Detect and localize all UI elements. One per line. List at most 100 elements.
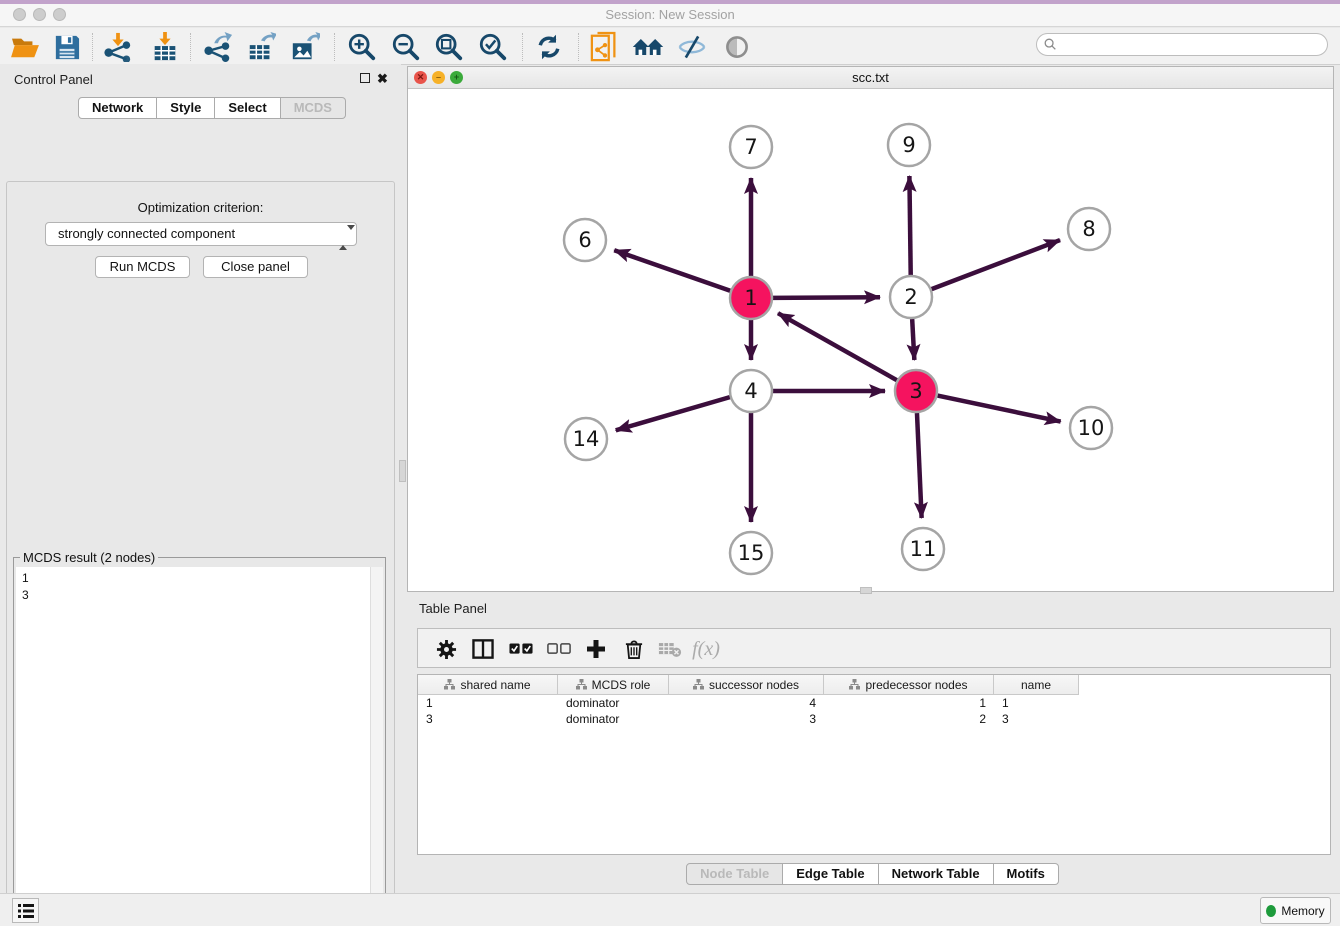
graph-node-6[interactable]: 6 [564,219,606,261]
toolbar-separator [190,33,191,61]
application-window: Session: New Session [0,0,1340,926]
toolbar-separator [92,33,93,61]
graph-edge-2-9[interactable] [909,176,910,275]
cell-MCDS-role: dominator [558,695,669,711]
deselect-all-icon[interactable] [543,633,575,665]
show-all-icon[interactable] [720,31,754,63]
graph-edge-4-14[interactable] [616,397,730,430]
network-window-titlebar[interactable]: ✕ – + scc.txt [408,67,1333,89]
tab-select[interactable]: Select [215,97,280,119]
close-panel-icon[interactable]: ✖ [377,74,388,84]
graph-node-8[interactable]: 8 [1068,208,1110,250]
tab-style[interactable]: Style [157,97,215,119]
graph-node-11[interactable]: 11 [902,528,944,570]
table-row-1[interactable]: 1dominator411 [418,695,1330,711]
export-image-icon[interactable] [288,31,322,63]
refresh-view-icon[interactable] [532,31,566,63]
vertical-splitter-grip[interactable] [399,460,406,482]
toolbar-separator [334,33,335,61]
mcds-result-box[interactable]: 1 3 [16,567,383,926]
graph-node-label: 1 [744,286,757,310]
node-table[interactable]: shared nameMCDS rolesuccessor nodes prede… [417,674,1331,855]
open-session-icon[interactable] [8,31,42,63]
tab-motifs[interactable]: Motifs [994,863,1059,885]
graph-node-3[interactable]: 3 [895,370,937,412]
create-column-icon[interactable] [580,633,612,665]
new-network-icon[interactable] [588,31,622,63]
graph-node-14[interactable]: 14 [565,418,607,460]
mcds-tab-content: Optimization criterion: strongly connect… [6,181,395,926]
table-toolbar: f(x) [417,628,1331,668]
graph-node-4[interactable]: 4 [730,370,772,412]
criterion-dropdown[interactable]: strongly connected component [45,222,357,246]
graph-node-9[interactable]: 9 [888,124,930,166]
tab-edge-table[interactable]: Edge Table [783,863,878,885]
tab-mcds[interactable]: MCDS [281,97,346,119]
hierarchy-icon [693,679,704,690]
network-list-button[interactable] [12,898,39,923]
tab-node-table[interactable]: Node Table [686,863,783,885]
window-top-edge [0,0,1340,4]
optimization-criterion-label: Optimization criterion: [7,200,394,215]
show-columns-icon[interactable] [467,633,499,665]
delete-selected-icon[interactable] [618,633,650,665]
network-window-title: scc.txt [408,70,1333,85]
column-header-label: name [1021,678,1051,692]
select-all-icon[interactable] [505,633,537,665]
graph-node-15[interactable]: 15 [730,532,772,574]
graph-edge-2-8[interactable] [932,240,1060,289]
close-panel-button[interactable]: Close panel [203,256,308,278]
export-network-icon[interactable] [201,31,235,63]
column-header-label: predecessor nodes [865,678,967,692]
table-row-2[interactable]: 3dominator323 [418,711,1330,727]
search-box[interactable] [1036,33,1328,56]
memory-button[interactable]: Memory [1260,897,1331,924]
function-builder-icon[interactable]: f(x) [690,633,722,665]
hide-selected-icon[interactable] [675,31,709,63]
graph-edge-3-10[interactable] [938,396,1061,422]
zoom-selected-icon[interactable] [476,31,510,63]
cell-MCDS-role: dominator [558,711,669,727]
graph-node-label: 9 [902,133,915,157]
cell-shared-name: 3 [418,711,558,727]
tab-network[interactable]: Network [78,97,157,119]
import-network-icon[interactable] [101,31,135,63]
toolbar-separator [578,33,579,61]
graph-node-2[interactable]: 2 [890,276,932,318]
cell-successor-nodes: 3 [669,711,824,727]
tab-network-table[interactable]: Network Table [879,863,994,885]
mcds-scrollbar-track[interactable] [370,567,383,926]
home-neighbors-icon[interactable] [631,31,665,63]
graph-edge-1-2[interactable] [773,297,880,298]
graph-edge-1-6[interactable] [614,250,730,291]
zoom-out-icon[interactable] [389,31,423,63]
zoom-fit-icon[interactable] [432,31,466,63]
export-table-icon[interactable] [244,31,278,63]
cell-predecessor-nodes: 2 [824,711,994,727]
criterion-value: strongly connected component [58,226,235,241]
save-session-icon[interactable] [50,31,84,63]
table-mode-gear-icon[interactable] [430,633,462,665]
graph-node-label: 6 [578,228,591,252]
column-header-predecessor-nodes[interactable]: predecessor nodes [824,675,994,695]
status-bar: Memory [0,893,1340,926]
column-header-shared-name[interactable]: shared name [418,675,558,695]
graph-node-1[interactable]: 1 [730,277,772,319]
delete-table-icon[interactable] [654,633,686,665]
float-panel-icon[interactable] [360,73,370,83]
network-graph-canvas[interactable]: 7 9 6 8 1 2 4 3 14 10 15 11 [408,89,1333,592]
column-header-successor-nodes[interactable]: successor nodes [669,675,824,695]
graph-edge-3-11[interactable] [917,413,922,518]
graph-node-7[interactable]: 7 [730,126,772,168]
column-header-name[interactable]: name [994,675,1079,695]
graph-node-10[interactable]: 10 [1070,407,1112,449]
main-toolbar [0,28,1340,65]
graph-edge-3-1[interactable] [778,313,897,380]
zoom-in-icon[interactable] [345,31,379,63]
column-header-MCDS-role[interactable]: MCDS role [558,675,669,695]
horizontal-splitter-grip[interactable] [860,587,872,594]
graph-edge-2-3[interactable] [912,319,914,360]
run-mcds-button[interactable]: Run MCDS [95,256,190,278]
import-table-icon[interactable] [148,31,182,63]
search-input[interactable] [1061,35,1321,54]
